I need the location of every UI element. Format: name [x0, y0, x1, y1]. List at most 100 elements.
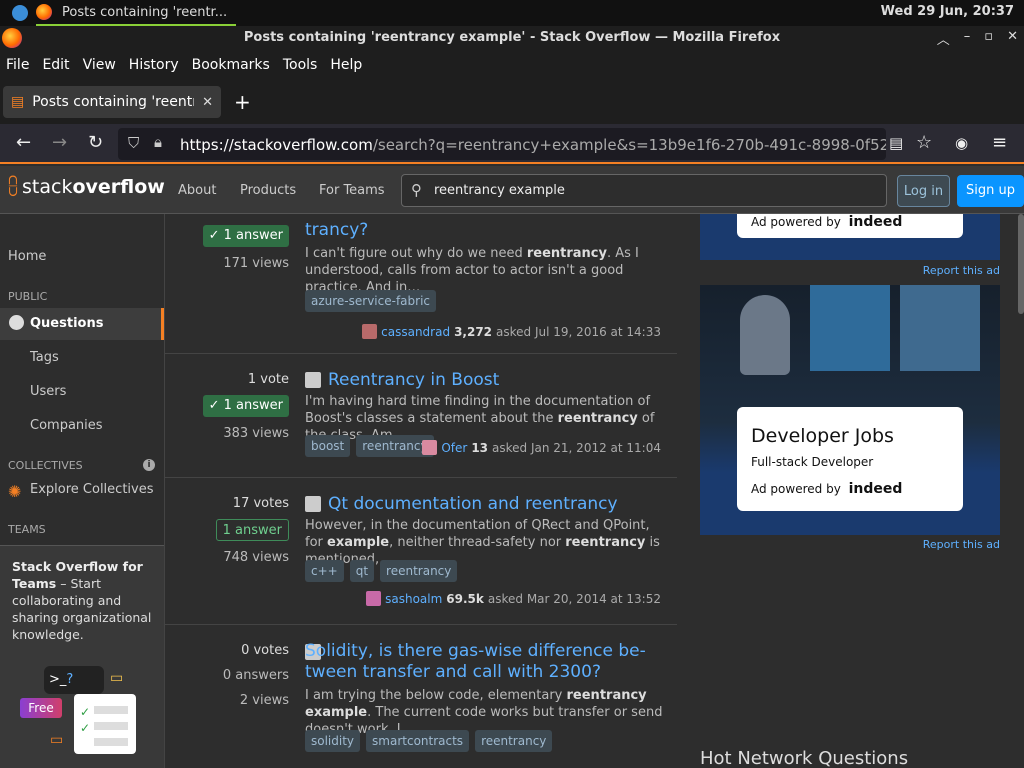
menu-tools[interactable]: Tools — [283, 57, 318, 73]
sidebar-item-users[interactable]: Users — [30, 384, 66, 399]
sidebar-section-teams: TEAMS — [8, 523, 46, 536]
question-excerpt: I can't figure out why do we need reentr… — [305, 246, 639, 295]
question-title[interactable]: trancy? — [305, 220, 665, 241]
question-type-icon — [305, 372, 321, 388]
search-input[interactable]: ⚲ reentrancy example — [401, 174, 887, 207]
close-tab-icon[interactable]: ✕ — [202, 95, 213, 110]
reload-icon[interactable]: ↻ — [88, 132, 103, 153]
indeed-logo: indeed — [848, 214, 903, 230]
user-name[interactable]: Ofer — [441, 441, 467, 455]
stackoverflow-logo-icon: ⩉ — [8, 174, 18, 199]
ad-jobs-subtitle: Full-stack Developer — [751, 455, 874, 469]
tag[interactable]: smartcontracts — [366, 730, 470, 752]
url-path: /search?q=reentrancy+example&s=13b9e1f6-… — [372, 136, 886, 154]
question-meta: Ofer 13 asked Jan 21, 2012 at 11:04 — [422, 440, 661, 455]
sidebar-item-explore-collectives[interactable]: Explore Collectives — [30, 482, 154, 497]
extension-icon[interactable]: ◉ — [955, 134, 968, 152]
ad-banner-top[interactable]: Ad powered by indeed — [700, 214, 1000, 260]
maximize-icon[interactable]: ▫ — [984, 29, 993, 48]
nav-about[interactable]: About — [178, 183, 216, 198]
minimize-icon[interactable]: – — [964, 29, 971, 48]
logo-light: stack — [22, 176, 73, 198]
user-name[interactable]: cassandrad — [381, 325, 450, 339]
system-top-bar: Posts containing 'reentr... Wed 29 Jun, … — [0, 0, 1024, 26]
report-ad-link[interactable]: Report this ad — [923, 264, 1000, 277]
sidebar-item-home[interactable]: Home — [8, 249, 46, 264]
forward-icon[interactable]: → — [52, 132, 67, 153]
menu-edit[interactable]: Edit — [42, 57, 69, 73]
tag[interactable]: solidity — [305, 730, 361, 752]
question-title[interactable]: Reentrancy in Boost — [328, 370, 677, 391]
ad-card: Developer Jobs Full-stack Developer Ad p… — [737, 407, 963, 511]
close-icon[interactable]: ✕ — [1007, 29, 1018, 48]
shield-icon[interactable]: ⛉ — [128, 134, 139, 152]
sidebar-item-companies[interactable]: Companies — [30, 418, 103, 433]
avatar[interactable] — [422, 440, 438, 455]
question-title[interactable]: Qt documentation and reentrancy — [328, 494, 677, 515]
user-reputation: 3,272 — [454, 324, 493, 339]
user-name[interactable]: sashoalm — [385, 592, 442, 606]
logo-bold: overflow — [72, 176, 165, 198]
answer-count-badge: ✓ 1 answer — [202, 225, 289, 247]
signup-button[interactable]: Sign up — [957, 175, 1024, 207]
tag[interactable]: reentrancy — [475, 730, 553, 752]
teams-illustration: >_? Free ▭ ✓ ✓ ▭ — [0, 656, 164, 766]
avatar[interactable] — [362, 324, 378, 339]
question-type-icon — [305, 496, 321, 512]
terminal-icon: >_? — [44, 666, 104, 694]
menu-view[interactable]: View — [83, 57, 116, 73]
page-scrollbar[interactable] — [1018, 214, 1024, 314]
tag[interactable]: c++ — [305, 560, 344, 582]
lock-icon[interactable]: 🔒︎ — [154, 133, 162, 151]
app-icon[interactable] — [12, 5, 28, 21]
question-title[interactable]: Solidity, is there gas-wise difference b… — [305, 641, 665, 683]
nav-products[interactable]: Products — [240, 183, 296, 198]
question-item: 17 votes 1 answer 748 views Qt documenta… — [165, 478, 677, 625]
bookmark-star-icon[interactable]: ☆ — [916, 132, 932, 153]
tag[interactable]: qt — [349, 560, 375, 582]
menu-history[interactable]: History — [129, 57, 179, 73]
tag[interactable]: boost — [305, 435, 351, 457]
tab-active[interactable]: ▤ Posts containing 'reentra ✕ — [3, 86, 221, 118]
vote-count: 17 votes — [232, 496, 289, 511]
free-badge[interactable]: Free — [20, 698, 62, 718]
url-host: https://stackoverflow.com — [180, 136, 373, 154]
tab-bar: ▤ Posts containing 'reentra ✕ + — [0, 80, 1024, 124]
user-reputation: 69.5k — [446, 591, 484, 606]
avatar[interactable] — [366, 591, 382, 606]
info-icon[interactable]: i — [143, 459, 155, 471]
nav-for-teams[interactable]: For Teams — [319, 183, 385, 198]
menu-bookmarks[interactable]: Bookmarks — [192, 57, 270, 73]
clock[interactable]: Wed 29 Jun, 20:37 — [881, 4, 1014, 19]
taskbar-window[interactable]: Posts containing 'reentr... — [36, 0, 236, 26]
tag[interactable]: reentrancy — [380, 560, 458, 582]
hamburger-menu-icon[interactable]: ≡ — [992, 132, 1007, 153]
url-bar[interactable]: ⛉ 🔒︎ https://stackoverflow.com/search?q=… — [118, 128, 886, 160]
asked-time: asked Mar 20, 2014 at 13:52 — [487, 591, 661, 606]
tag-list: solidity smartcontracts reentrancy — [305, 730, 553, 752]
reader-view-icon[interactable]: ▤ — [889, 134, 903, 152]
back-icon[interactable]: ← — [16, 132, 31, 153]
stackoverflow-logo[interactable]: ⩉ stack overflow — [8, 174, 165, 199]
menu-file[interactable]: File — [6, 57, 29, 73]
tag[interactable]: azure-service-fabric — [305, 290, 437, 312]
collapse-icon[interactable]: ︿ — [937, 29, 950, 48]
login-button[interactable]: Log in — [897, 175, 950, 207]
new-tab-icon[interactable]: + — [234, 90, 251, 114]
tag-list: boost reentrancy — [305, 435, 434, 457]
sidebar-item-questions[interactable]: Questions — [0, 308, 164, 340]
vote-count: 1 vote — [247, 372, 289, 387]
window-title: Posts containing 'reentrancy example' - … — [243, 30, 781, 45]
ad-banner-jobs[interactable]: Developer Jobs Full-stack Developer Ad p… — [700, 285, 1000, 535]
indeed-logo: indeed — [848, 481, 903, 497]
collectives-icon: ✺ — [8, 482, 22, 501]
menu-help[interactable]: Help — [330, 57, 362, 73]
navigation-bar: ← → ↻ ⛉ 🔒︎ https://stackoverflow.com/sea… — [0, 124, 1024, 164]
firefox-icon — [36, 4, 52, 20]
sidebar-section-public: PUBLIC — [8, 290, 48, 303]
ad-photo — [700, 285, 1000, 405]
sidebar-item-tags[interactable]: Tags — [30, 350, 59, 365]
check-icon: ✓ — [208, 228, 220, 243]
question-item: ✓ 1 answer 171 views trancy? I can't fig… — [165, 214, 677, 354]
report-ad-link[interactable]: Report this ad — [923, 538, 1000, 551]
